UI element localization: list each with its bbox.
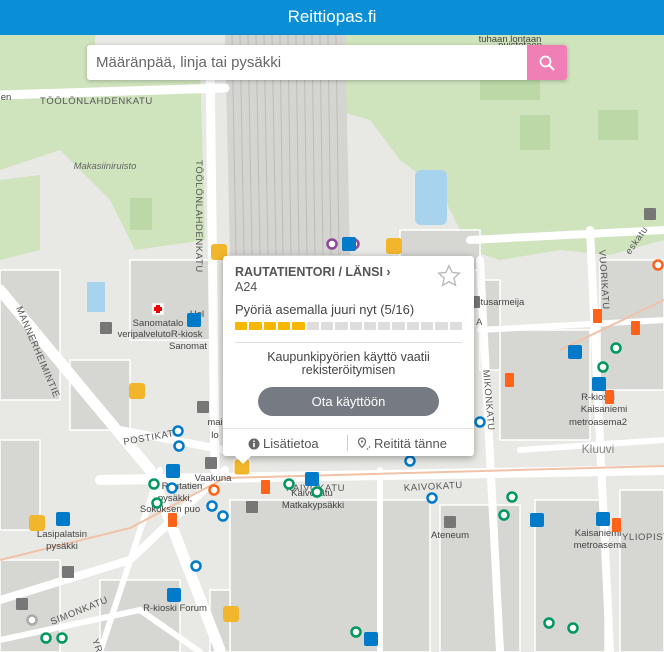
bike-slot [320,322,334,330]
bike-slot [421,322,434,330]
bike-slot [349,322,362,330]
street-label-toolonlahdenkatu-2: TÖÖLÖNLAHDENKATU [193,160,204,273]
pond [415,170,447,225]
info-icon [248,438,260,449]
bike-slot [235,322,248,330]
bike-slot [435,322,448,330]
bike-slot [292,322,305,330]
label-metroasema: metroasema [574,540,628,551]
label-matkakypsakki: Matkakypsäkki [282,500,344,511]
favourite-button[interactable] [436,263,462,294]
citybike-station-popup: RAUTATIENTORI / LÄNSI › A24 Pyöriä asema… [223,256,474,464]
bike-slot [306,322,319,330]
bike-slot [392,322,405,330]
search-bar [87,45,567,80]
label-makasiinipuisto: Makasiiniruisto [74,161,137,172]
label-ateneum: Ateneum [431,530,469,541]
label-veripalvelu: veripalvelutoR-kiosk [117,329,202,340]
registration-note: Kaupunkipyörien käyttö vaatii rekisteröi… [267,350,430,377]
take-into-use-button[interactable]: Ota käyttöön [258,387,439,416]
bikes-available-text: Pyöriä asemalla juuri nyt (5/16) [235,302,415,317]
popup-divider [235,342,462,343]
route-here-label: Reititä tänne [374,436,447,451]
popup-footer: Lisätietoa Reititä tänne [223,428,474,457]
search-input[interactable] [87,45,527,80]
label-sanomat: Sanomat [169,341,207,352]
bike-slot [449,322,462,330]
station-name-link[interactable]: RAUTATIENTORI / LÄNSI › [235,265,391,279]
pond-small [87,282,105,312]
label-lasipalatsin: Lasipalatsin [37,529,87,540]
label-rkioski-forum: R-kioski Forum [143,603,207,614]
street-label-toolonlahdenkatu-1: TÖÖLÖNLAHDENKATU [40,96,153,107]
station-code: A24 [235,280,258,294]
bike-availability-bar [235,322,462,330]
label-lo: lo [211,430,218,441]
label-en: en [1,92,12,103]
search-icon [539,55,555,70]
bike-slot [406,322,420,330]
label-lasipalatsin-pysakki: pysäkki [46,541,78,552]
label-kaisaniemi-1: Kaisaniemi [581,404,627,415]
route-pin-icon [357,436,371,450]
info-link[interactable]: Lisätietoa [248,436,319,451]
route-here-link[interactable]: Reititä tänne [357,436,447,451]
bike-slot [335,322,348,330]
label-metroasema2: metroasema2 [569,417,627,428]
info-link-label: Lisätietoa [263,436,319,451]
label-sanomatalo: Sanomatalo [133,318,184,329]
label-kluuvi: Kluuvi [582,442,615,456]
label-mai: mai [207,417,222,428]
bike-slot [378,322,391,330]
app-header: Reittiopas.fi [0,0,664,35]
street-label-yliopist: YLIOPIST [622,532,664,543]
bike-slot [249,322,262,330]
label-stusarmeija: stusarmeija [476,297,525,308]
footer-separator [347,435,348,451]
bike-slot [277,322,291,330]
search-button[interactable] [527,45,567,80]
label-pysakki: pysäkki, [158,493,192,504]
street-label-a: A [476,317,483,328]
star-icon [437,264,462,287]
bike-slot [263,322,276,330]
bike-slot [363,322,377,330]
app-title[interactable]: Reittiopas.fi [288,7,377,26]
